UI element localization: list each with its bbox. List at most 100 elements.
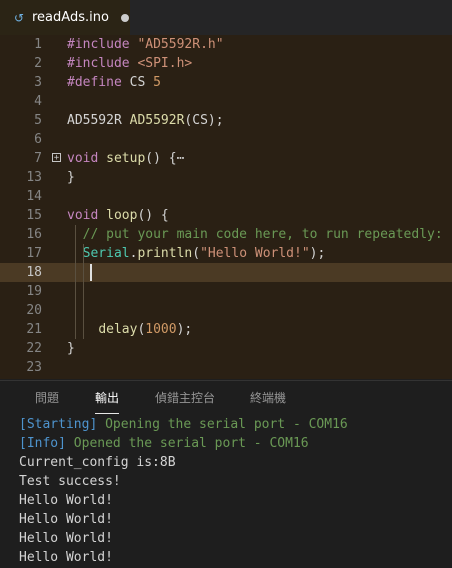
code-token: () { [137, 208, 169, 223]
code-line[interactable]: 19 [0, 282, 452, 301]
line-number: 21 [26, 322, 42, 337]
code-line[interactable]: 4 [0, 92, 452, 111]
line-number: 14 [26, 189, 42, 204]
output-line: Current_config is:8B [19, 453, 176, 472]
code-line[interactable]: 13} [0, 168, 452, 187]
code-token: println [137, 246, 193, 261]
code-editor[interactable]: 1 #include "AD5592R.h" 2 #include <SPI.h> 3 #… [0, 35, 452, 379]
output-tag: [Starting] [19, 417, 98, 432]
code-text: #include <SPI.h> [67, 54, 192, 73]
line-number: 5 [34, 113, 42, 128]
code-text: // put your main code here, to run repea… [67, 225, 443, 244]
line-number: 7 [34, 151, 42, 166]
code-token: Serial [82, 246, 130, 261]
code-line[interactable]: 6 [0, 130, 452, 149]
output-text: Hello World! [19, 512, 113, 527]
code-token: loop [106, 208, 138, 223]
code-token: 1000 [145, 322, 177, 337]
editor-tab-readads[interactable]: ↺ readAds.ino [0, 0, 130, 35]
tab-terminal[interactable]: 終端機 [250, 389, 286, 406]
line-number: 2 [34, 56, 42, 71]
code-token: void [67, 208, 107, 223]
line-number: 22 [26, 341, 42, 356]
code-token: ); [176, 322, 193, 337]
code-token: (CS); [184, 113, 224, 128]
line-number: 1 [34, 37, 42, 52]
line-number: 6 [34, 132, 42, 147]
code-line[interactable]: 3 #define CS 5 [0, 73, 452, 92]
code-text: } [67, 339, 75, 358]
output-line: Hello World! [19, 529, 113, 548]
code-line[interactable]: 7 + void setup() {⋯ [0, 149, 452, 168]
code-token: #include [67, 37, 138, 52]
code-line[interactable]: 18 [0, 263, 452, 282]
code-token: 5 [153, 75, 161, 90]
text-cursor [90, 264, 92, 281]
output-message: Opening the serial port - COM16 [97, 417, 348, 432]
code-text: AD5592R AD5592R(CS); [67, 111, 224, 130]
code-text: #define CS 5 [67, 73, 161, 92]
code-token: CS [129, 75, 154, 90]
code-line[interactable]: 21 delay(1000); [0, 320, 452, 339]
line-number: 20 [26, 303, 42, 318]
output-line: [Info] Opened the serial port - COM16 [19, 434, 309, 453]
output-line: Hello World! [19, 510, 113, 529]
code-line[interactable]: 20 [0, 301, 452, 320]
code-text: void loop() { [67, 206, 169, 225]
bottom-panel: 問題 輸出 偵錯主控台 終端機 [Starting] Opening the seri… [0, 380, 452, 568]
code-token: void [67, 151, 107, 166]
code-line[interactable]: 17 Serial.println("Hello World!"); [0, 244, 452, 263]
tab-debug-console[interactable]: 偵錯主控台 [155, 389, 215, 406]
code-line[interactable]: 15 void loop() { [0, 206, 452, 225]
code-line[interactable]: 16 // put your main code here, to run re… [0, 225, 452, 244]
code-token: } [67, 341, 75, 356]
line-number: 19 [26, 284, 42, 299]
code-line[interactable]: 2 #include <SPI.h> [0, 54, 452, 73]
output-line: Hello World! [19, 548, 113, 567]
fold-expand-icon[interactable]: + [52, 153, 61, 163]
code-line[interactable]: 23 [0, 358, 452, 377]
code-token: delay [98, 322, 138, 337]
code-token: } [67, 170, 75, 185]
code-text: } [67, 168, 75, 187]
code-line[interactable]: 14 [0, 187, 452, 206]
line-number: 4 [34, 94, 42, 109]
code-text: Serial.println("Hello World!"); [67, 244, 326, 263]
code-token: "Hello World!" [200, 246, 310, 261]
output-text: Hello World! [19, 493, 113, 508]
code-token: ( [192, 246, 201, 261]
tab-filename: readAds.ino [32, 10, 109, 25]
line-number: 3 [34, 75, 42, 90]
output-text: Hello World! [19, 531, 113, 546]
indent-guide [75, 225, 76, 339]
output-line: Test success! [19, 472, 121, 491]
indent-guide [83, 244, 84, 339]
code-text: void setup() {⋯ [67, 149, 184, 168]
output-tag: [Info] [19, 436, 66, 451]
output-message: Opened the serial port - COM16 [65, 436, 309, 451]
tab-output[interactable]: 輸出 [95, 389, 120, 414]
code-token: #include [67, 56, 138, 71]
line-number: 15 [26, 208, 42, 223]
unsaved-dot-icon[interactable] [120, 13, 129, 22]
code-token: setup [106, 151, 146, 166]
arduino-file-icon: ↺ [13, 10, 25, 25]
code-token: ); [309, 246, 326, 261]
code-token: AD5592R [67, 113, 130, 128]
output-text: Current_config is:8B [19, 455, 176, 470]
editor-tab-bar: ↺ readAds.ino [0, 0, 452, 35]
code-text: delay(1000); [67, 320, 192, 339]
output-line: Hello World! [19, 491, 113, 510]
output-text: Test success! [19, 474, 121, 489]
code-token: #define [67, 75, 130, 90]
code-line[interactable]: 22} [0, 339, 452, 358]
code-line[interactable]: 5 AD5592R AD5592R(CS); [0, 111, 452, 130]
code-text: #include "AD5592R.h" [67, 35, 224, 54]
code-token: "AD5592R.h" [137, 37, 224, 52]
code-token: <SPI.h> [137, 56, 193, 71]
output-line: [Starting] Opening the serial port - COM… [19, 415, 348, 434]
tab-problems[interactable]: 問題 [35, 389, 59, 406]
code-line[interactable]: 1 #include "AD5592R.h" [0, 35, 452, 54]
line-number: 18 [26, 265, 42, 280]
code-token: AD5592R [129, 113, 185, 128]
